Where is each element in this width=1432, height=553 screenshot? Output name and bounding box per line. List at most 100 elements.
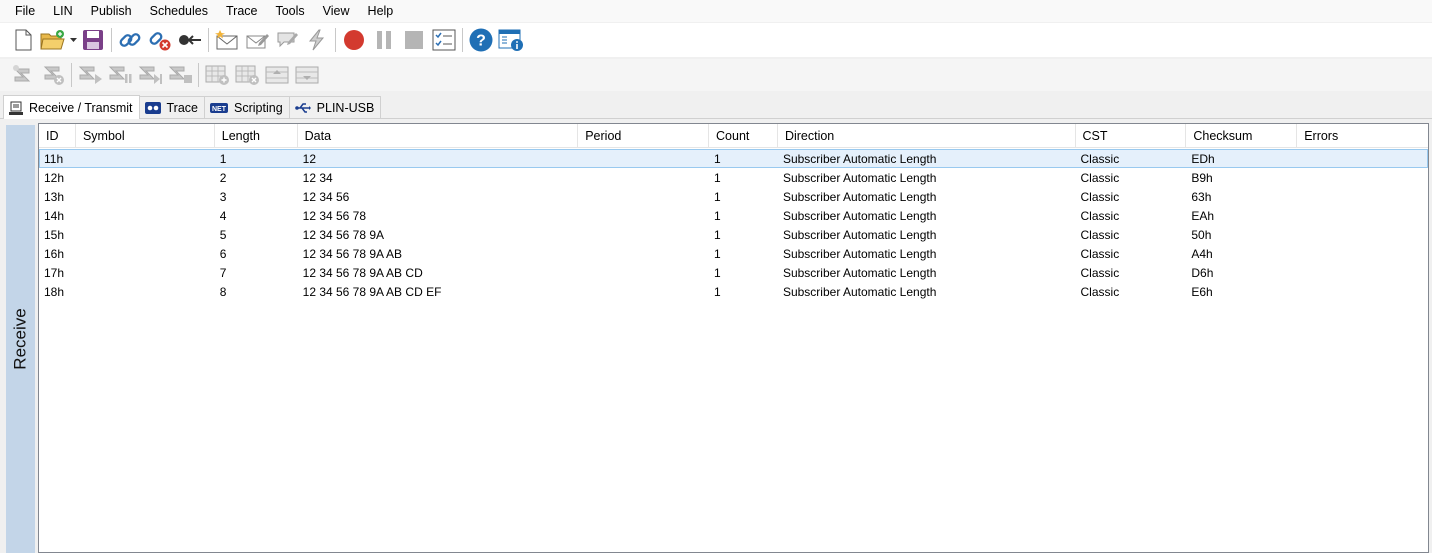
toolbar-separator: [208, 28, 209, 52]
usb-icon: [294, 102, 311, 114]
cell-count: 1: [714, 265, 721, 280]
cell-count: 1: [714, 284, 721, 299]
tab-scripting[interactable]: NET Scripting: [204, 96, 290, 118]
table-row[interactable]: 14h 4 12 34 56 78 1 Subscriber Automatic Len…: [39, 206, 1428, 225]
menu-publish[interactable]: Publish: [82, 0, 141, 22]
cell-id: 18h: [44, 284, 65, 299]
cell-length: 2: [219, 170, 227, 185]
grid-add-icon[interactable]: [202, 61, 232, 89]
cell-checksum: A4h: [1191, 246, 1213, 261]
column-header-data[interactable]: Data: [298, 124, 579, 148]
new-document-icon[interactable]: [8, 26, 38, 54]
stop-icon[interactable]: [399, 26, 429, 54]
menu-lin[interactable]: LIN: [44, 0, 81, 22]
grid-up-icon[interactable]: [262, 61, 292, 89]
table-header: ID Symbol Length Data Period Count Direc…: [39, 124, 1428, 148]
column-header-direction[interactable]: Direction: [778, 124, 1076, 148]
table-row[interactable]: 16h 6 12 34 56 78 9A AB 1 Subscriber Automat…: [39, 244, 1428, 263]
column-header-cst[interactable]: CST: [1076, 124, 1187, 148]
pause-icon[interactable]: [369, 26, 399, 54]
cell-direction: Subscriber Automatic Length: [782, 208, 937, 223]
table-row[interactable]: 12h 2 12 34 1 Subscriber Automatic Length Cla…: [39, 168, 1428, 187]
cell-id: 11h: [44, 151, 64, 166]
play-icon[interactable]: [75, 61, 105, 89]
menu-bar: File LIN Publish Schedules Trace Tools V…: [0, 0, 1432, 22]
grid-remove-icon[interactable]: [232, 61, 262, 89]
cell-count: 1: [714, 208, 721, 223]
cell-data: 12 34 56: [302, 189, 350, 204]
connect-icon[interactable]: [115, 26, 145, 54]
column-header-count[interactable]: Count: [709, 124, 778, 148]
cell-checksum: 63h: [1191, 189, 1212, 204]
cell-cst: Classic: [1080, 265, 1120, 280]
new-message-icon[interactable]: [212, 26, 242, 54]
pause-transmit-icon[interactable]: [105, 61, 135, 89]
table-row[interactable]: 18h 8 12 34 56 78 9A AB CD EF 1 Subscriber A…: [39, 282, 1428, 301]
column-header-id[interactable]: ID: [39, 124, 76, 148]
cell-checksum: EDh: [1191, 151, 1215, 166]
cell-direction: Subscriber Automatic Length: [782, 227, 937, 242]
tab-receive-transmit[interactable]: Receive / Transmit: [3, 95, 140, 119]
table-row[interactable]: 11h 1 12 1 Subscriber Automatic Length Classi…: [39, 149, 1428, 168]
open-folder-icon[interactable]: [38, 26, 68, 54]
transmit-new-icon[interactable]: [8, 61, 38, 89]
cell-cst: Classic: [1080, 208, 1120, 223]
cell-checksum: E6h: [1191, 284, 1213, 299]
about-icon[interactable]: [496, 26, 526, 54]
cell-id: 15h: [44, 227, 65, 242]
column-header-symbol[interactable]: Symbol: [76, 124, 215, 148]
column-header-period[interactable]: Period: [578, 124, 710, 148]
cell-length: 6: [219, 246, 227, 261]
toolbar-separator: [335, 28, 336, 52]
lightning-icon[interactable]: [302, 26, 332, 54]
table-row[interactable]: 15h 5 12 34 56 78 9A 1 Subscriber Automatic …: [39, 225, 1428, 244]
tab-trace[interactable]: Trace: [138, 96, 206, 118]
column-header-length[interactable]: Length: [215, 124, 298, 148]
save-icon[interactable]: [78, 26, 108, 54]
cell-cst: Classic: [1080, 227, 1120, 242]
tab-plin-usb[interactable]: PLIN-USB: [288, 96, 382, 118]
toolbar-separator: [111, 28, 112, 52]
menu-file[interactable]: File: [6, 0, 44, 22]
open-dropdown-icon[interactable]: [68, 26, 78, 54]
disconnect-icon[interactable]: [145, 26, 175, 54]
plug-icon[interactable]: [175, 26, 205, 54]
column-header-checksum[interactable]: Checksum: [1186, 124, 1298, 148]
cell-length: 8: [219, 284, 227, 299]
stop-transmit-icon[interactable]: [165, 61, 195, 89]
cell-direction: Subscriber Automatic Length: [782, 265, 937, 280]
cell-length: 5: [219, 227, 227, 242]
record-icon[interactable]: [339, 26, 369, 54]
column-header-errors[interactable]: Errors: [1297, 124, 1428, 148]
cell-direction: Subscriber Automatic Length: [782, 284, 937, 299]
grid-down-icon[interactable]: [292, 61, 322, 89]
menu-schedules[interactable]: Schedules: [141, 0, 217, 22]
cell-direction: Subscriber Automatic Length: [782, 151, 937, 166]
message-props-icon[interactable]: [272, 26, 302, 54]
cell-data: 12 34: [302, 170, 333, 185]
tape-icon: [144, 101, 161, 114]
cell-id: 17h: [44, 265, 65, 280]
toolbar-separator: [71, 63, 72, 87]
cell-data: 12 34 56 78 9A AB CD EF: [302, 284, 442, 299]
help-icon[interactable]: ?: [466, 26, 496, 54]
cell-id: 16h: [44, 246, 65, 261]
cell-id: 12h: [44, 170, 65, 185]
step-icon[interactable]: [135, 61, 165, 89]
svg-text:?: ?: [476, 33, 486, 50]
transmit-delete-icon[interactable]: [38, 61, 68, 89]
cell-checksum: B9h: [1191, 170, 1213, 185]
cell-data: 12 34 56 78 9A AB: [302, 246, 403, 261]
checklist-icon[interactable]: [429, 26, 459, 54]
receive-sidebar[interactable]: Receive: [6, 125, 35, 553]
table-row[interactable]: 17h 7 12 34 56 78 9A AB CD 1 Subscriber Auto…: [39, 263, 1428, 282]
edit-message-icon[interactable]: [242, 26, 272, 54]
toolbar-separator: [198, 63, 199, 87]
cell-id: 13h: [44, 189, 65, 204]
table-row[interactable]: 13h 3 12 34 56 1 Subscriber Automatic Length…: [39, 187, 1428, 206]
menu-view[interactable]: View: [314, 0, 359, 22]
menu-help[interactable]: Help: [359, 0, 403, 22]
sidebar-label: Receive: [10, 308, 30, 370]
menu-trace[interactable]: Trace: [217, 0, 267, 22]
menu-tools[interactable]: Tools: [266, 0, 313, 22]
